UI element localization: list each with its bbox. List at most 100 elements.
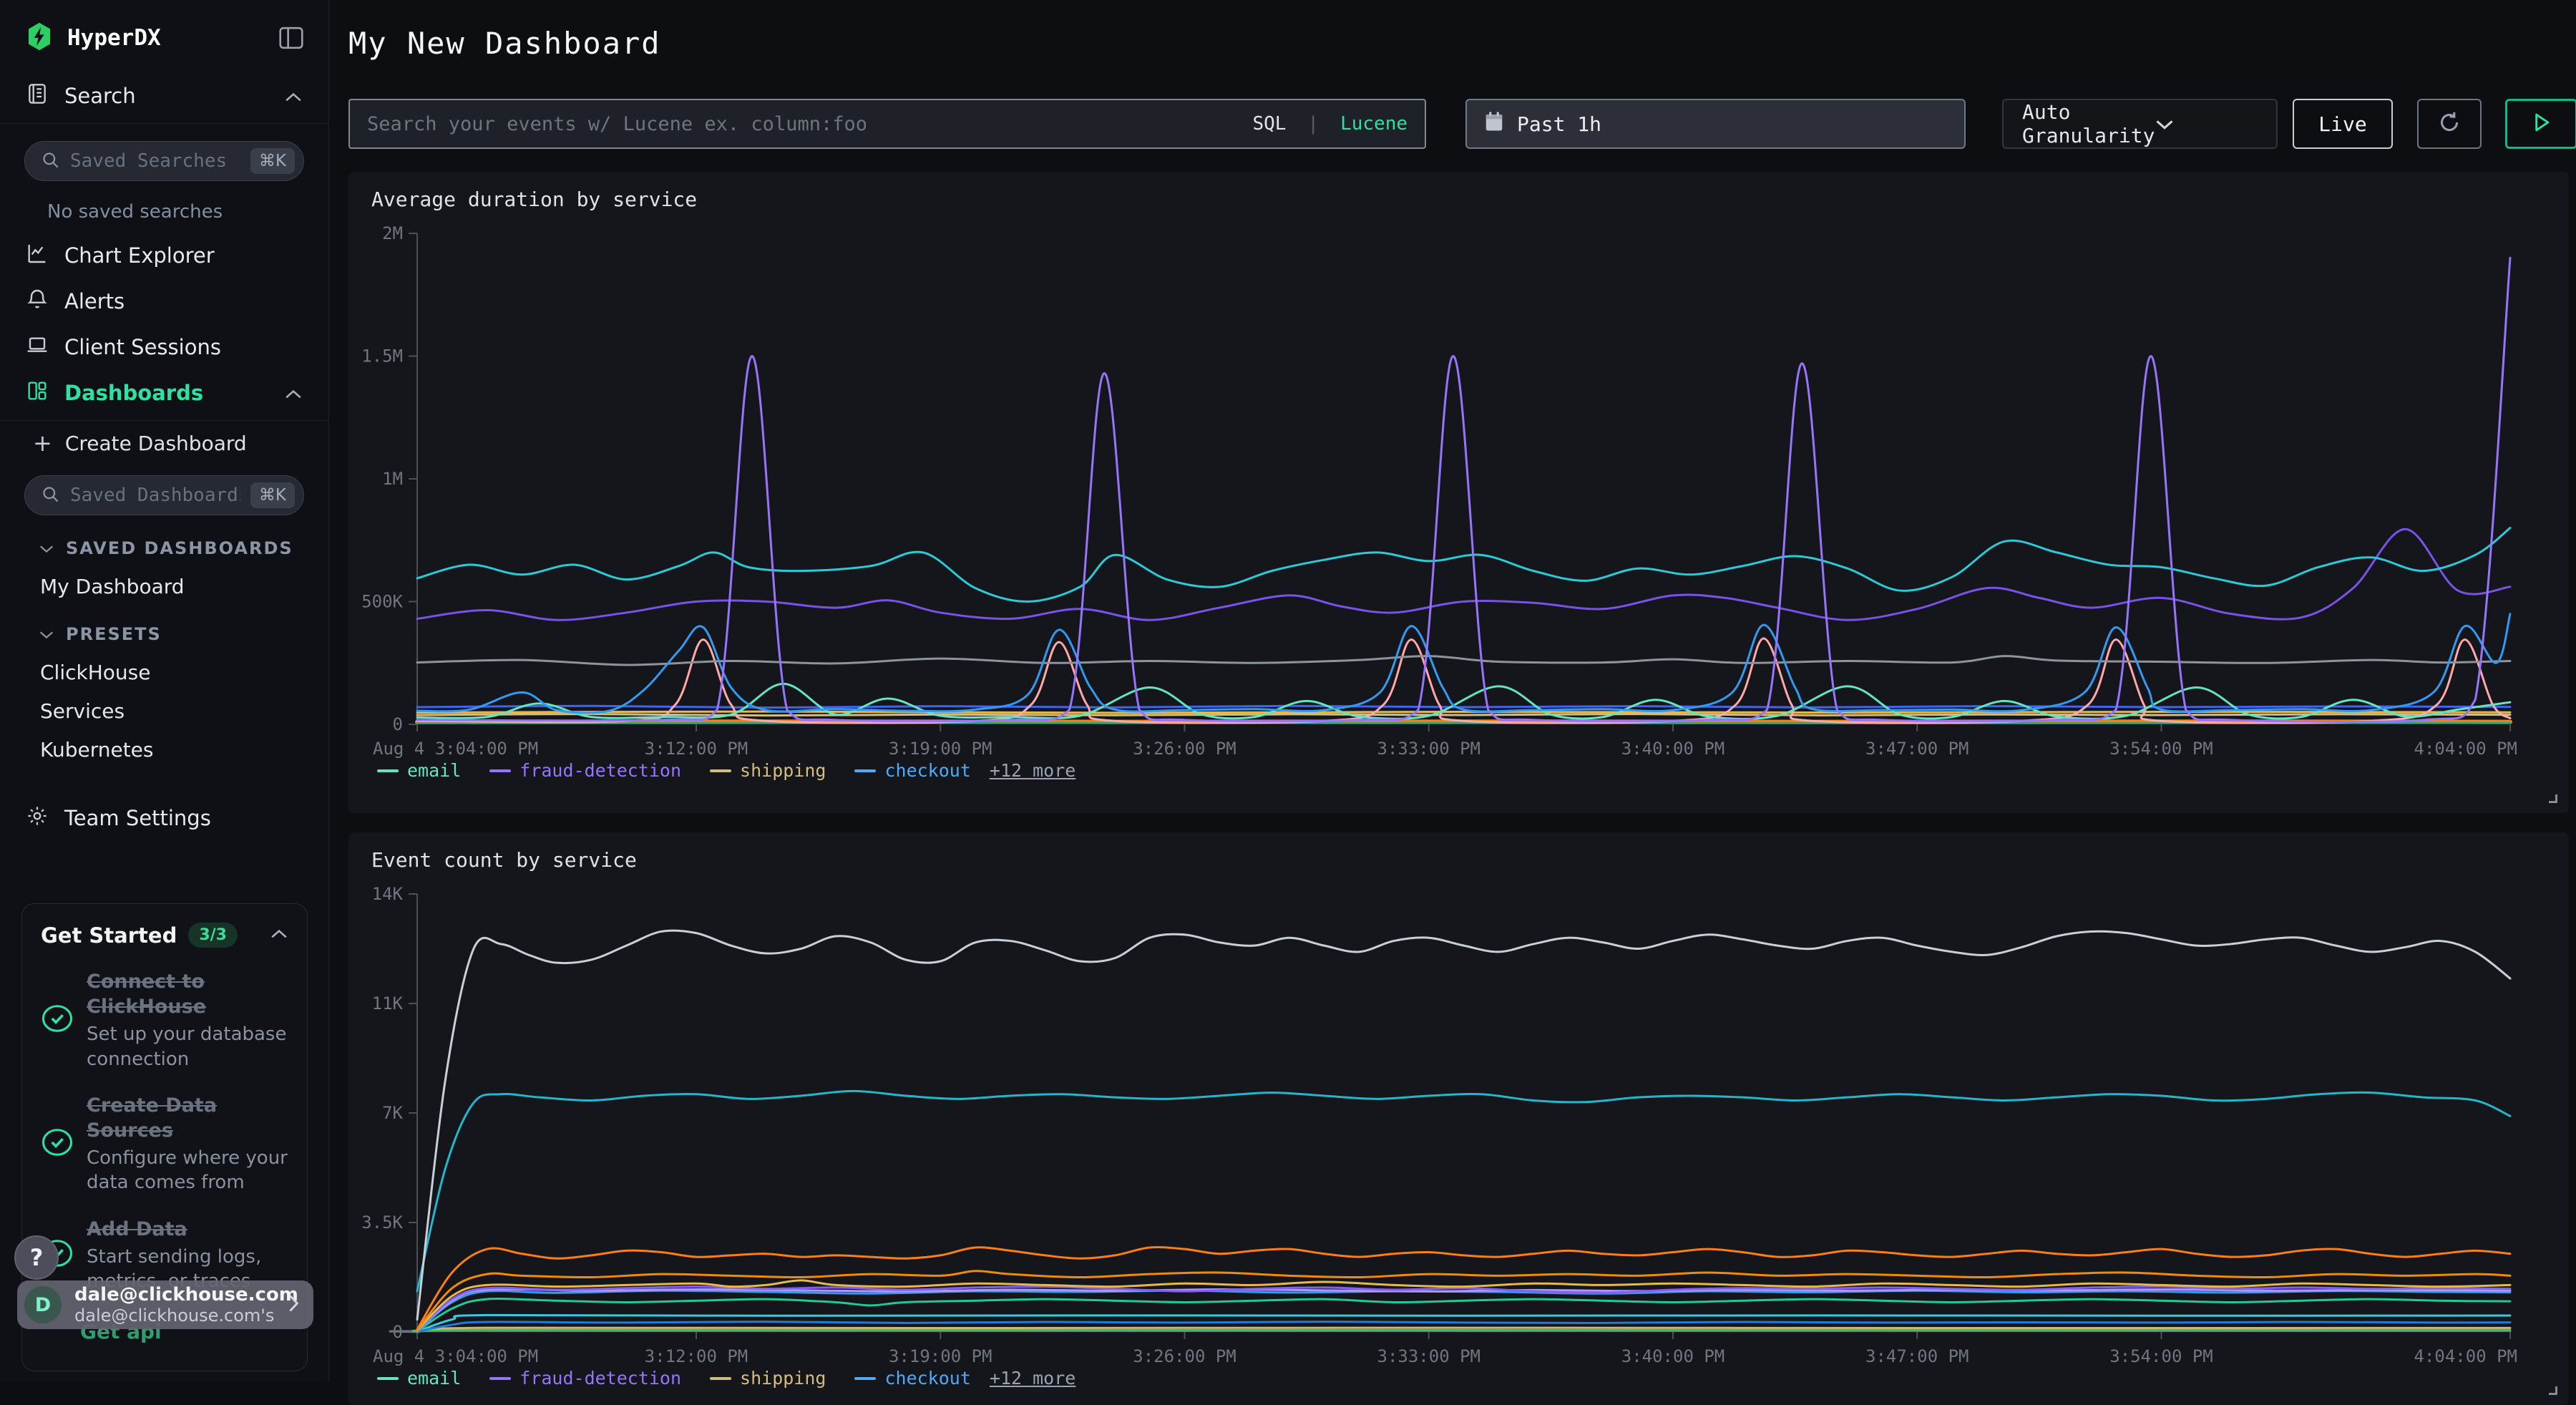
live-label: Live [2318, 112, 2366, 136]
saved-dashboards-input[interactable] [70, 485, 240, 506]
calendar-icon [1484, 111, 1504, 137]
team-settings-label: Team Settings [64, 806, 211, 830]
svg-text:Aug 4 3:04:00 PM: Aug 4 3:04:00 PM [373, 1346, 538, 1366]
legend-item-fraud-detection[interactable]: fraud-detection [489, 760, 681, 781]
brand-row: HyperDX [0, 0, 328, 73]
chevron-up-icon[interactable] [270, 928, 288, 943]
help-button[interactable]: ? [14, 1235, 59, 1280]
sidebar-item-clickhouse[interactable]: ClickHouse [0, 653, 328, 691]
saved-searches-input[interactable] [70, 150, 240, 172]
time-range-value: Past 1h [1517, 112, 1601, 136]
svg-text:Aug 4 3:04:00 PM: Aug 4 3:04:00 PM [373, 739, 538, 759]
refresh-button[interactable] [2417, 99, 2482, 149]
event-search-box[interactable]: SQL | Lucene [348, 99, 1426, 149]
legend-dash-icon [377, 769, 399, 772]
chevron-up-icon [284, 381, 303, 405]
granularity-select[interactable]: Auto Granularity [2002, 99, 2278, 149]
chevron-right-icon [286, 1293, 301, 1317]
legend-item-checkout[interactable]: checkout [854, 1368, 970, 1389]
legend-label: email [407, 760, 461, 781]
resize-handle-icon[interactable] [2549, 794, 2557, 803]
page-title: My New Dashboard [348, 26, 661, 61]
run-query-button[interactable] [2505, 99, 2576, 149]
legend-dash-icon [710, 1377, 731, 1380]
legend-more-link[interactable]: +12 more [990, 1368, 1075, 1389]
legend-item-email[interactable]: email [377, 1368, 461, 1389]
svg-text:7K: 7K [382, 1103, 403, 1123]
create-dashboard-button[interactable]: + Create Dashboard [0, 421, 328, 465]
group-saved-dashboards[interactable]: SAVED DASHBOARDS [0, 530, 328, 567]
group-presets[interactable]: PRESETS [0, 616, 328, 653]
legend-item-checkout[interactable]: checkout [854, 760, 970, 781]
svg-text:3:54:00 PM: 3:54:00 PM [2109, 1346, 2213, 1366]
chart-canvas-duration[interactable]: 0500K1M1.5M2MAug 4 3:04:00 PM3:12:00 PM3… [356, 226, 2560, 770]
live-button[interactable]: Live [2293, 99, 2393, 149]
saved-dashboards-searchbox[interactable]: ⌘K [24, 475, 304, 515]
chart-title: Event count by service [371, 848, 637, 872]
chart-legend: email fraud-detection shipping checkout +12 … [377, 1368, 1075, 1389]
lucene-toggle[interactable]: Lucene [1340, 113, 1407, 135]
create-dashboard-label: Create Dashboard [65, 432, 247, 455]
sidebar-item-dashboards[interactable]: Dashboards [0, 370, 328, 416]
search-icon [41, 485, 60, 507]
divider [0, 123, 328, 124]
legend-item-fraud-detection[interactable]: fraud-detection [489, 1368, 681, 1389]
granularity-value: Auto Granularity [2022, 100, 2155, 147]
svg-text:4:04:00 PM: 4:04:00 PM [2414, 1346, 2518, 1366]
chevron-down-icon [39, 538, 54, 558]
controls-bar: SQL | Lucene Past 1h Auto Granularity Li… [348, 99, 2560, 149]
legend-label: email [407, 1368, 461, 1389]
svg-text:500K: 500K [361, 592, 403, 612]
legend-more-link[interactable]: +12 more [990, 760, 1075, 781]
svg-text:3:33:00 PM: 3:33:00 PM [1377, 1346, 1481, 1366]
svg-text:3:26:00 PM: 3:26:00 PM [1133, 1346, 1236, 1366]
sidebar-item-services[interactable]: Services [0, 691, 328, 730]
saved-searches-searchbox[interactable]: ⌘K [24, 141, 304, 181]
resize-handle-icon[interactable] [2549, 1386, 2557, 1395]
svg-text:3:47:00 PM: 3:47:00 PM [1865, 1346, 1969, 1366]
checklist-item-title: Add Data [87, 1217, 288, 1242]
refresh-icon [2436, 110, 2462, 138]
get-started-title: Get Started [41, 923, 177, 948]
checklist-item-desc: Set up your database connection [87, 1022, 288, 1071]
collapse-sidebar-icon[interactable] [278, 26, 304, 49]
svg-text:3:19:00 PM: 3:19:00 PM [889, 739, 992, 759]
sidebar-item-label: Chart Explorer [64, 243, 303, 268]
checklist-item-connect[interactable]: Connect to ClickHouse Set up your databa… [41, 969, 288, 1071]
legend-dash-icon [854, 769, 876, 772]
legend-item-email[interactable]: email [377, 760, 461, 781]
sidebar-item-chart-explorer[interactable]: Chart Explorer [0, 233, 328, 278]
shortcut-badge: ⌘K [250, 482, 295, 508]
preset-link-label: Services [40, 699, 125, 723]
sidebar-item-kubernetes[interactable]: Kubernetes [0, 730, 328, 769]
language-divider: | [1307, 113, 1319, 135]
sidebar-item-my-dashboard[interactable]: My Dashboard [0, 567, 328, 606]
sidebar-item-team-settings[interactable]: Team Settings [0, 794, 328, 842]
play-icon [2531, 111, 2552, 137]
chart-legend: email fraud-detection shipping checkout +12 … [377, 760, 1075, 781]
sidebar-item-search[interactable]: Search [0, 73, 328, 119]
sidebar-item-alerts[interactable]: Alerts [0, 278, 328, 324]
legend-item-shipping[interactable]: shipping [710, 760, 826, 781]
svg-text:1M: 1M [382, 469, 403, 489]
dashboards-grid-icon [26, 379, 49, 407]
legend-item-shipping[interactable]: shipping [710, 1368, 826, 1389]
user-menu[interactable]: D dale@clickhouse.com dale@clickhouse.co… [17, 1280, 313, 1329]
time-range-picker[interactable]: Past 1h [1465, 99, 1966, 149]
hyperdx-logo-icon [24, 21, 54, 54]
sidebar-item-label: Dashboards [64, 381, 268, 405]
chart-panel-event-count: Event count by service 03.5K7K11K14KAug … [348, 832, 2569, 1405]
check-circle-icon [41, 1002, 74, 1038]
checklist-item-sources[interactable]: Create Data Sources Configure where your… [41, 1093, 288, 1195]
check-circle-icon [41, 1126, 74, 1162]
svg-text:1.5M: 1.5M [361, 346, 403, 366]
event-search-input[interactable] [367, 113, 1242, 135]
svg-text:3.5K: 3.5K [361, 1212, 403, 1233]
brand-name: HyperDX [67, 25, 265, 51]
shortcut-badge: ⌘K [250, 148, 295, 174]
legend-dash-icon [854, 1377, 876, 1380]
sidebar-item-client-sessions[interactable]: Client Sessions [0, 324, 328, 370]
sql-toggle[interactable]: SQL [1252, 113, 1286, 135]
sidebar-item-label: Client Sessions [64, 335, 303, 359]
chart-canvas-event-count[interactable]: 03.5K7K11K14KAug 4 3:04:00 PM3:12:00 PM3… [356, 887, 2560, 1381]
